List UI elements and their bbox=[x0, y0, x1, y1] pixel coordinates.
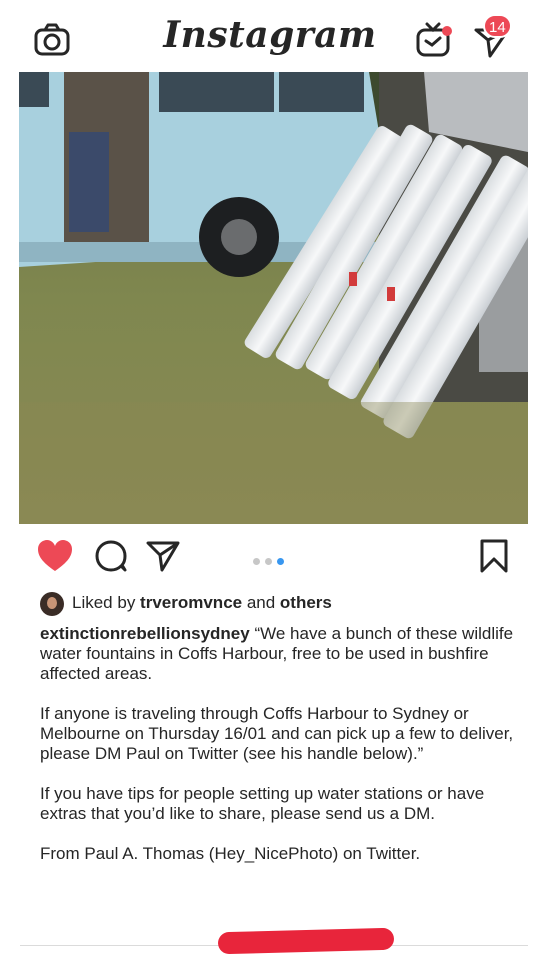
comment-icon[interactable] bbox=[94, 539, 128, 573]
carousel-indicator bbox=[253, 552, 289, 565]
caption-text-2: If anyone is traveling through Coffs Har… bbox=[40, 704, 514, 763]
heart-icon[interactable] bbox=[36, 538, 74, 574]
bookmark-icon[interactable] bbox=[478, 538, 510, 574]
likes-summary[interactable]: Liked by trveromvnce and others bbox=[40, 590, 332, 616]
caption-username[interactable]: extinctionrebellionsydney bbox=[40, 624, 250, 643]
carousel-dot bbox=[265, 558, 272, 565]
igtv-icon[interactable] bbox=[415, 22, 455, 58]
notification-badge: 14 bbox=[483, 14, 512, 38]
caption-paragraph: extinctionrebellionsydney “We have a bun… bbox=[40, 624, 518, 684]
likes-others[interactable]: others bbox=[280, 593, 332, 612]
post-photo[interactable] bbox=[19, 72, 528, 524]
red-underline-mark bbox=[217, 927, 395, 955]
carousel-dot bbox=[253, 558, 260, 565]
app-logo: Instagram bbox=[163, 14, 377, 56]
likes-middle: and bbox=[242, 593, 280, 612]
post-photo-image bbox=[19, 72, 528, 524]
top-bar: Instagram 14 bbox=[0, 0, 540, 72]
likes-prefix: Liked by bbox=[72, 593, 141, 612]
post-actions bbox=[0, 530, 540, 584]
caption-text-4: From Paul A. Thomas (Hey_NicePhoto) on T… bbox=[40, 844, 421, 863]
liker-avatar bbox=[40, 591, 64, 616]
liker-username[interactable]: trveromvnce bbox=[140, 593, 242, 612]
caption-text-3: If you have tips for people setting up w… bbox=[40, 784, 485, 823]
share-icon[interactable] bbox=[146, 540, 180, 572]
post-caption: extinctionrebellionsydney “We have a bun… bbox=[40, 624, 518, 884]
carousel-dot-active bbox=[277, 558, 284, 565]
